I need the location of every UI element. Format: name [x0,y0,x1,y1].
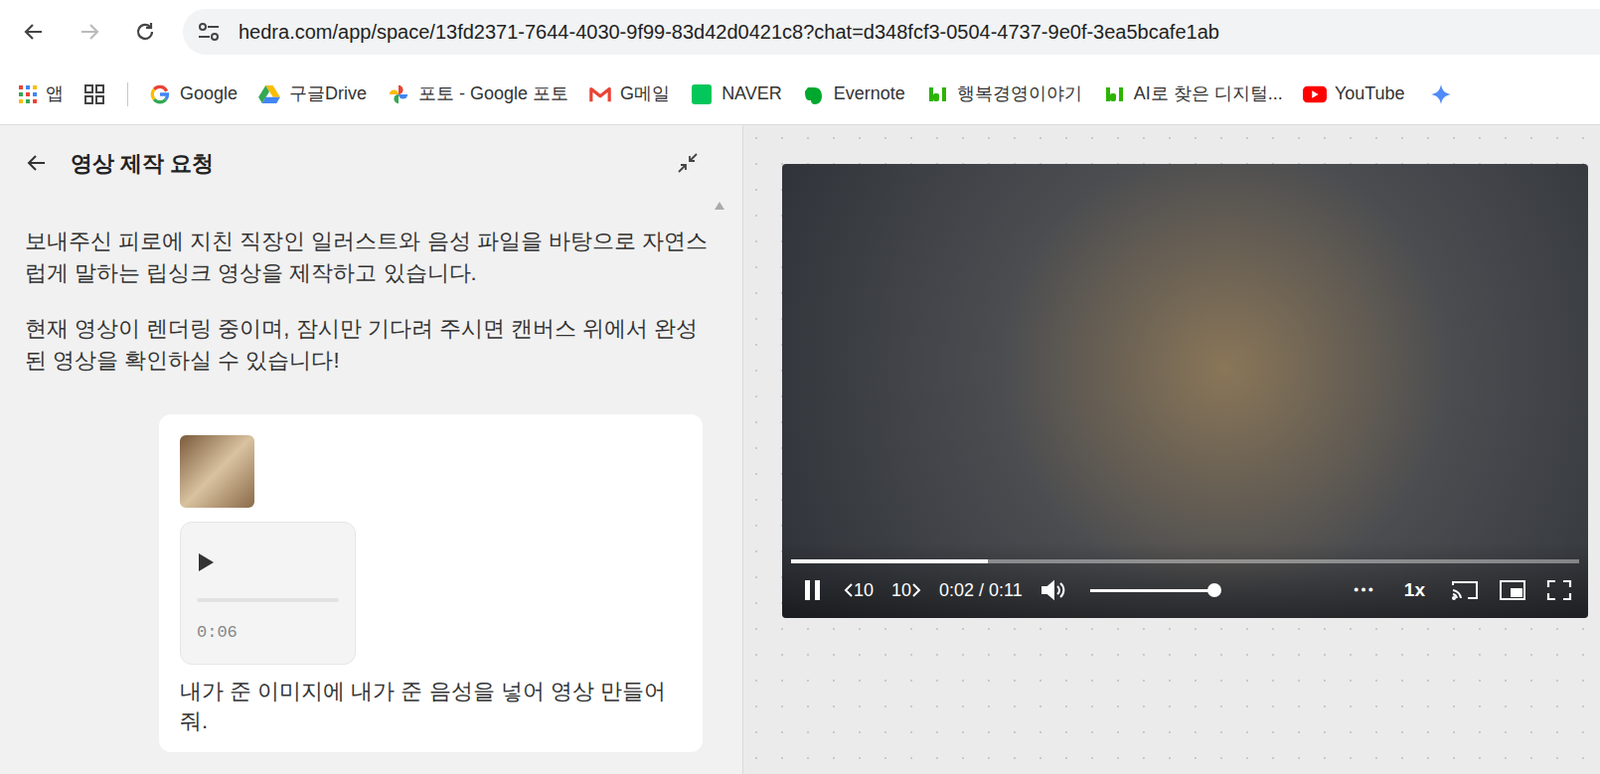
collapse-icon[interactable] [676,152,699,174]
divider [127,82,129,107]
chat-title: 영상 제작 요청 [70,147,214,180]
naver-icon [689,82,714,107]
chevron-right-icon [911,583,922,598]
progress-track[interactable] [791,559,1580,564]
bookmarks-bar: 앱 Google구글Drive포토 - Google 포토G메일NAVEREver… [0,63,1600,126]
volume-fill [1090,589,1215,593]
progress-fill [791,559,988,564]
assistant-message: 보내주신 피로에 지친 직장인 일러스트와 음성 파일을 바탕으로 자연스럽게 … [24,225,719,290]
chat-header: 영상 제작 요청 [24,145,719,181]
forward-icon [77,19,104,44]
blog-icon [1102,82,1126,107]
page-content: 영상 제작 요청보내주신 피로에 지친 직장인 일러스트와 음성 파일을 바탕으… [0,125,1600,774]
assistant-message: 현재 영상이 렌더링 중이며, 잠시만 기다려 주시면 캔버스 위에서 완성된 … [24,313,719,377]
volume-track[interactable] [1090,589,1215,593]
bookmark[interactable]: AI로 찾은 디지털... [1092,80,1293,108]
toolbar: hedra.com/app/space/13fd2371-7644-4030-9… [0,0,1600,64]
evernote-icon [801,82,826,107]
reload-icon[interactable] [133,19,160,44]
request-card: 0:06 내가 준 이미지에 내가 준 음성을 넣어 영상 만들어줘. [159,414,703,753]
address-bar[interactable]: hedra.com/app/space/13fd2371-7644-4030-9… [182,8,1600,55]
bookmark[interactable]: 구글Drive [247,80,377,108]
audio-track[interactable] [196,598,339,603]
bookmark[interactable]: 행복경영이야기 [915,80,1093,108]
forward-button[interactable]: 10 [891,577,922,605]
speed-button[interactable]: 1x [1404,576,1426,606]
fullscreen-icon[interactable] [1546,579,1573,602]
drive-icon [257,82,282,107]
bookmark[interactable]: Evernote [792,80,916,108]
more-button[interactable]: ⋯ [1352,579,1375,602]
back-icon[interactable] [21,19,48,44]
chevron-left-icon [843,583,854,598]
bookmark[interactable]: YouTube [1292,80,1416,108]
image-thumbnail[interactable] [179,435,255,508]
gemini-icon[interactable] [1431,84,1451,105]
player-controls: 10 10 0:02 / 0:11 ⋯ 1x [782,542,1589,619]
time-display: 0:02 / 0:11 [939,577,1023,605]
blog-icon [925,82,950,107]
bookmark[interactable]: G메일 [578,80,680,108]
youtube-icon [1302,82,1327,107]
apps-bookmark[interactable]: 앱 [9,80,72,108]
bookmark[interactable]: 포토 - Google 포토 [376,80,579,108]
rewind-button[interactable]: 10 [843,577,874,605]
chat-panel: 영상 제작 요청보내주신 피로에 지친 직장인 일러스트와 음성 파일을 바탕으… [0,125,744,774]
back-icon[interactable] [24,151,49,175]
audio-attachment: 0:06 [179,521,356,665]
volume-icon[interactable] [1040,579,1069,602]
site-settings-icon[interactable] [196,20,227,43]
bookmark[interactable]: NAVER [679,80,793,108]
cast-icon[interactable] [1450,579,1479,602]
photos-icon [386,82,411,107]
pip-icon[interactable] [1498,579,1527,602]
scroll-up-icon[interactable] [714,201,725,210]
tab-groups-icon[interactable] [83,83,106,106]
control-row: 10 10 0:02 / 0:11 ⋯ 1x [801,575,1573,606]
video-player[interactable]: 10 10 0:02 / 0:11 ⋯ 1x [782,163,1589,619]
google-icon [148,82,172,107]
gmail-icon [588,82,613,107]
canvas: 10 10 0:02 / 0:11 ⋯ 1x [743,125,1600,774]
apps-icon [17,84,38,105]
bookmark[interactable]: Google [138,80,248,108]
volume-knob[interactable] [1207,583,1222,598]
pause-icon[interactable] [801,578,824,603]
play-icon[interactable] [196,552,339,573]
user-message: 내가 준 이미지에 내가 준 음성을 넣어 영상 만들어줘. [179,676,682,737]
